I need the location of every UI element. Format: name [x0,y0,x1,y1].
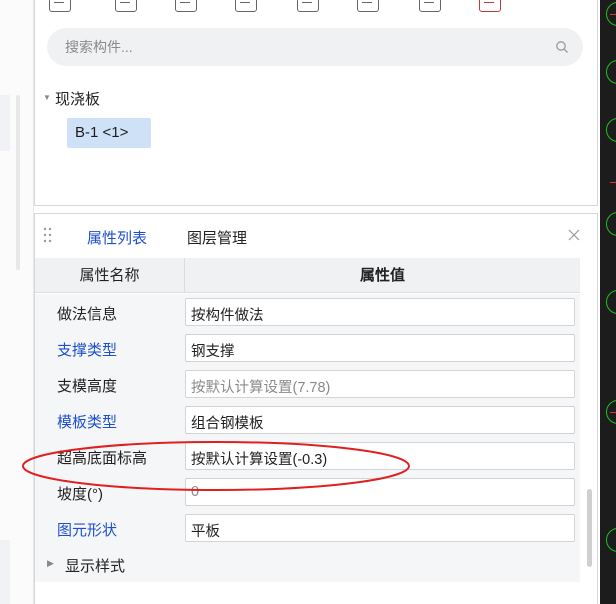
canvas-red-tick [610,14,616,15]
component-list-panel: ▼ 现浇板 B-1 <1> [34,0,598,206]
property-name: 支模高度 [57,378,118,395]
close-icon[interactable] [567,228,581,242]
property-value-field[interactable]: 组合钢模板 [185,406,575,434]
left-panel-selection-lower [0,540,10,604]
canvas-red-tick [610,412,616,413]
property-name[interactable]: 支撑类型 [57,339,117,360]
table-row: 做法信息 按构件做法 [35,294,580,330]
header-property-name: 属性名称 [35,258,185,293]
drag-handle-icon[interactable] [43,226,53,244]
canvas-circle [606,528,616,552]
copy-icon[interactable] [115,0,137,12]
pick-icon[interactable] [297,0,319,12]
table-row: 支撑类型 钢支撑 [35,330,580,366]
search-input[interactable] [65,37,535,57]
layer-copy-icon[interactable] [235,0,257,12]
tab-properties[interactable]: 属性列表 [87,227,147,248]
left-side-panel [0,0,34,604]
table-row: 坡度(°) 0 [35,474,580,510]
property-name: 坡度(°) [57,486,103,503]
table-row: ▶ 显示样式 [35,546,580,582]
list-icon[interactable] [419,0,441,12]
delete-icon[interactable] [175,0,197,12]
table-row: 图元形状 平板 [35,510,580,546]
property-value-field[interactable]: 按构件做法 [185,298,575,326]
canvas-circle [606,212,616,236]
properties-panel: 属性列表 图层管理 属性名称 属性值 做法信息 按构件做法 支撑类型 钢支撑 支… [34,213,598,604]
property-value-field[interactable]: 按默认计算设置(7.78) [185,370,575,398]
table-row: 模板类型 组合钢模板 [35,402,580,438]
property-name: 超高底面标高 [57,450,148,467]
property-value-field[interactable]: 0 [185,478,575,506]
canvas-circle [606,60,616,84]
canvas-circle [606,290,616,314]
tree-item-b1[interactable]: B-1 <1> [67,118,151,148]
drawing-canvas[interactable] [600,0,616,604]
table-row: 支模高度 按默认计算设置(7.78) [35,366,580,402]
left-panel-selection [0,95,10,151]
property-value-field[interactable]: 平板 [185,514,575,542]
table-row: 超高底面标高 按默认计算设置(-0.3) [35,438,580,474]
header-property-value: 属性值 [359,267,405,284]
search-icon[interactable] [555,40,569,54]
property-value-field[interactable]: 按默认计算设置(-0.3) [185,442,575,470]
tab-layers[interactable]: 图层管理 [187,227,247,248]
expand-caret-icon[interactable]: ▶ [47,558,54,569]
tree-group-label[interactable]: 现浇板 [55,88,100,109]
filter-icon[interactable] [479,0,501,12]
collapsed-group-label[interactable]: 显示样式 [65,555,125,576]
properties-scrollbar[interactable] [587,489,592,567]
search-box [47,28,583,66]
left-panel-scrollbar[interactable] [16,95,20,270]
table-header: 属性名称 属性值 [35,258,580,293]
property-name[interactable]: 模板类型 [57,411,117,432]
component-toolbar [35,0,597,18]
property-name[interactable]: 图元形状 [57,519,117,540]
property-name: 做法信息 [57,306,118,323]
expand-caret-icon[interactable]: ▼ [43,93,51,102]
edit-icon[interactable] [357,0,379,12]
canvas-circle [606,118,616,142]
new-icon[interactable] [49,0,71,12]
panel-tabbar: 属性列表 图层管理 [35,214,597,258]
property-value-field[interactable]: 钢支撑 [185,334,575,362]
canvas-red-tick [610,182,616,183]
